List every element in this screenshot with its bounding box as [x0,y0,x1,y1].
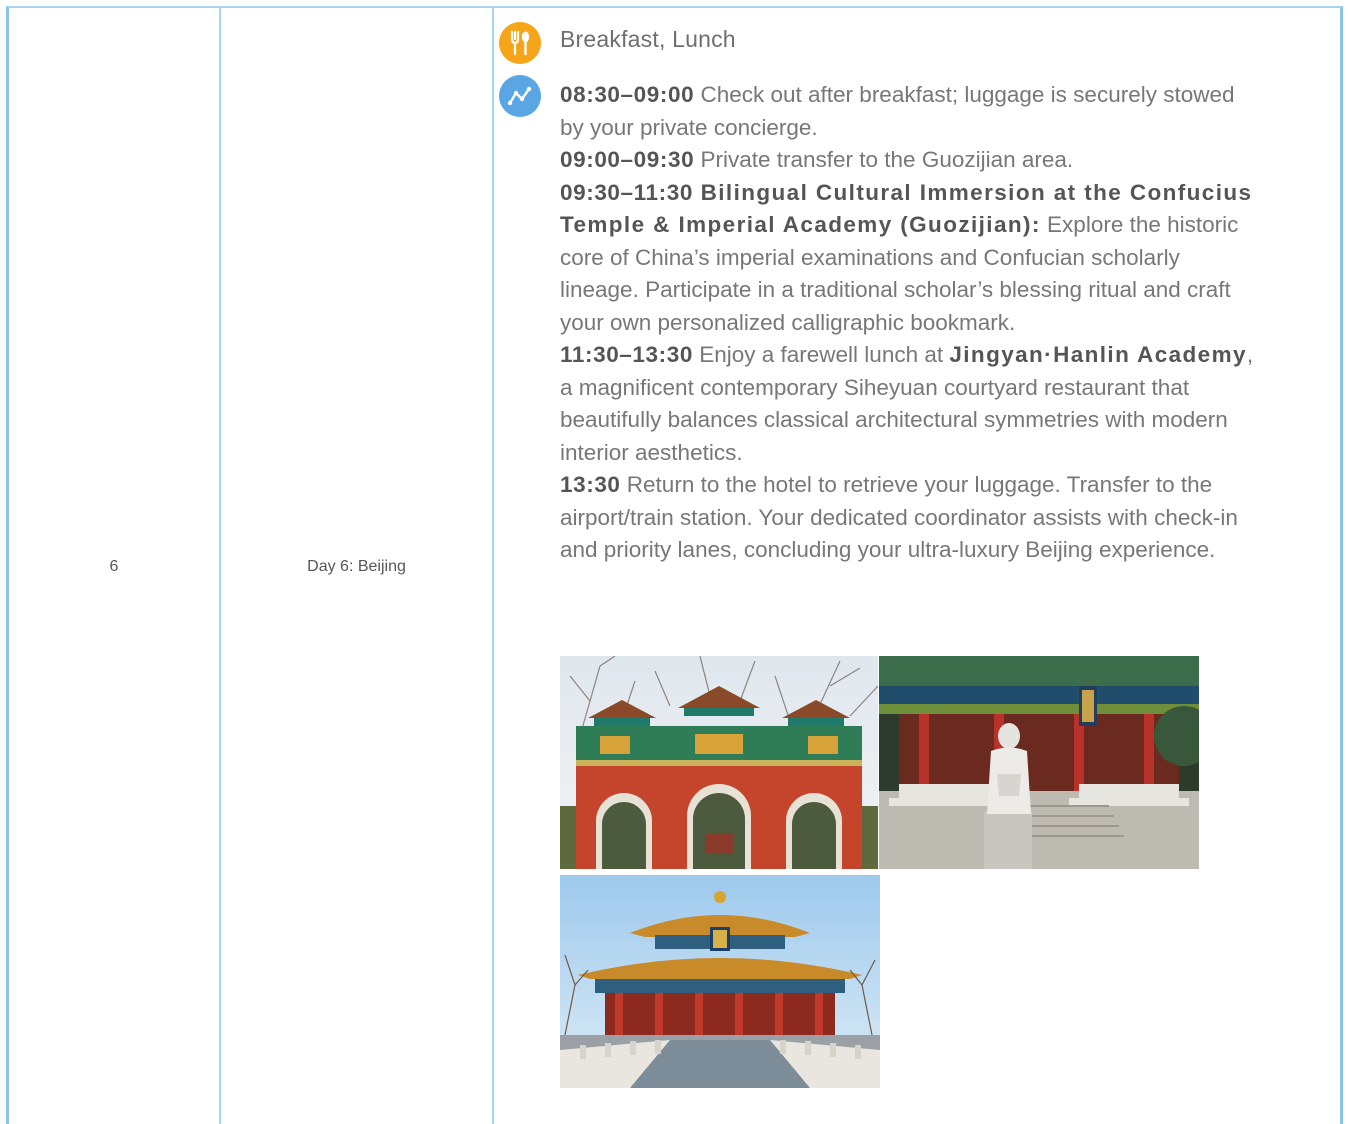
biyong-hall-photo [560,875,880,1088]
imperial-academy-archway-photo [560,656,878,869]
confucius-statue-temple-photo [879,656,1199,869]
meals-label: Breakfast, Lunch [560,26,736,52]
itinerary-description: Private transfer to the Guozijian area. [694,147,1074,172]
itinerary-time: 09:30–11:30 [560,179,693,205]
route-icon [499,75,541,117]
itinerary-text: 08:30–09:00 Check out after breakfast; l… [560,79,1260,567]
itinerary-item: 11:30–13:30 Enjoy a farewell lunch at Ji… [560,339,1260,469]
itinerary-item: 09:00–09:30 Private transfer to the Guoz… [560,144,1260,177]
itinerary-time: 08:30–09:00 [560,82,695,107]
itinerary-item: 09:30–11:30 Bilingual Cultural Immersion… [560,177,1260,340]
day-number: 6 [109,558,119,575]
column-divider [492,8,494,1124]
fork-knife-icon [499,22,541,64]
itinerary-item: 13:30 Return to the hotel to retrieve yo… [560,469,1260,567]
itinerary-item: 08:30–09:00 Check out after breakfast; l… [560,79,1260,144]
itinerary-description: Enjoy a farewell lunch at [692,342,950,367]
itinerary-time: 13:30 [560,472,621,497]
day-title: Day 6: Beijing [307,558,406,575]
itinerary-time: 09:00–09:30 [560,147,695,172]
itinerary-highlight: Jingyan·Hanlin Academy [949,342,1247,367]
itinerary-time: 11:30–13:30 [560,342,693,367]
itinerary-description: Return to the hotel to retrieve your lug… [560,472,1238,562]
